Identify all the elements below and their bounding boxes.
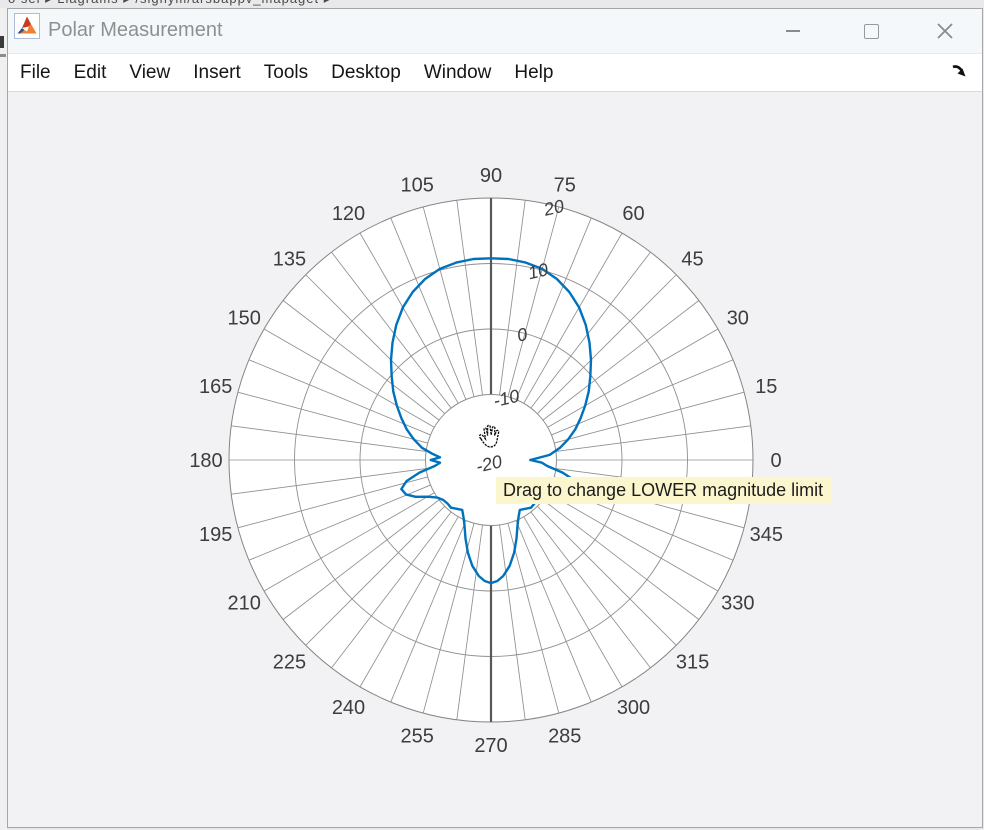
tooltip: Drag to change LOWER magnitude limit (496, 477, 832, 504)
menu-item-window[interactable]: Window (424, 62, 492, 84)
menu-item-file[interactable]: File (20, 62, 51, 84)
close-icon (936, 22, 954, 40)
background-window-edge (0, 8, 7, 830)
minimize-icon (786, 30, 800, 32)
menu-items: File Edit View Insert Tools Desktop Window Help (8, 62, 553, 84)
background-window-strip: o sel ▸ Liagrams ▸ /signym/arsbappv_mapa… (0, 0, 984, 8)
dock-figure-icon[interactable] (950, 61, 970, 81)
window-title: Polar Measurement (48, 19, 223, 42)
matlab-icon (14, 13, 40, 39)
close-button[interactable] (922, 9, 968, 53)
background-fragment (0, 36, 4, 48)
menu-item-insert[interactable]: Insert (193, 62, 241, 84)
menu-bar: File Edit View Insert Tools Desktop Window Help (8, 54, 982, 92)
menu-item-help[interactable]: Help (514, 62, 553, 84)
menu-item-edit[interactable]: Edit (74, 62, 107, 84)
figure-window: Polar Measurement File Edit View Insert Tool… (7, 8, 983, 828)
menu-item-tools[interactable]: Tools (264, 62, 308, 84)
screen: o sel ▸ Liagrams ▸ /signym/arsbappv_mapa… (0, 0, 984, 830)
title-bar[interactable]: Polar Measurement (8, 9, 982, 54)
maximize-button[interactable] (848, 9, 894, 53)
background-window-text: o sel ▸ Liagrams ▸ /signym/arsbappv_mapa… (8, 0, 331, 7)
background-fragment (0, 54, 6, 57)
minimize-button[interactable] (770, 9, 816, 53)
figure-canvas (9, 92, 981, 826)
maximize-icon (864, 24, 879, 39)
menu-item-view[interactable]: View (129, 62, 170, 84)
menu-item-desktop[interactable]: Desktop (331, 62, 401, 84)
